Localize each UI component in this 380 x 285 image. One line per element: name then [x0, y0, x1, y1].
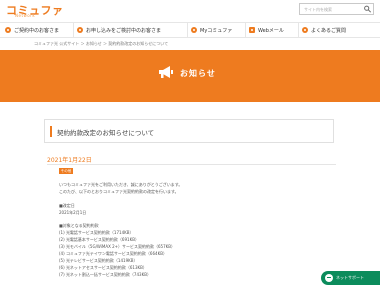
logo-subtext: Network: [15, 13, 36, 18]
nav-item-existing-customers[interactable]: ご契約中のお客さま: [2, 23, 74, 37]
mail-icon: [249, 27, 255, 33]
divider: [47, 164, 336, 165]
contract-link[interactable]: (4) コミュファ光テイワン電話サービス契約約款（664KB）: [59, 251, 167, 257]
heading-accent-bar: [50, 126, 52, 137]
search-icon[interactable]: [363, 5, 372, 13]
body-line: ■対象となる契約約款: [59, 223, 99, 228]
nav-item-faq[interactable]: よくあるご質問: [299, 23, 359, 37]
contract-link[interactable]: (6) 光ネットアセスサービス契約約款（613KB）: [59, 265, 147, 271]
top-header: コミュファ Network サイト内を検索: [0, 0, 380, 20]
nav-item-prospective-customers[interactable]: お申し込みをご検討中のお客さま: [74, 23, 188, 37]
contract-link[interactable]: (5) 光テレビサービス契約約款（1419KB）: [59, 258, 137, 264]
contract-link[interactable]: (3) 光モバイル（5G/WiMAX 2+）サービス契約約款（657KB）: [59, 244, 175, 250]
contract-link[interactable]: (1) 光電話サービス契約約款（1714KB）: [59, 230, 133, 236]
nav-item-label: よくあるご質問: [311, 27, 347, 34]
contract-link[interactable]: (7) 光ネット割込一括サービス契約約款（743KB）: [59, 272, 151, 278]
nav-item-webmail[interactable]: Webメール: [246, 23, 299, 37]
body-line: いつもコミュファ光をご利用いただき、誠にありがとうございます。: [59, 182, 183, 187]
search-input[interactable]: サイト内を検索: [299, 3, 374, 15]
global-nav: ご契約中のお客さま お申し込みをご検討中のお客さま Myコミュファ Webメール…: [0, 22, 380, 38]
body-line: 2021年2月1日: [59, 210, 87, 215]
contract-link[interactable]: (2) 光電話基本サービス契約約款（691KB）: [59, 237, 139, 243]
user-icon: [5, 27, 11, 33]
body-line: ■改定日: [59, 203, 75, 208]
chat-label: ネットサポート: [336, 275, 364, 280]
breadcrumb[interactable]: コミュファ光 公式サイト ＞ お知らせ ＞ 契約約款改定のお知らせについて: [34, 41, 168, 47]
category-badge: その他: [59, 168, 73, 174]
home-icon: [77, 27, 83, 33]
nav-item-label: ご契約中のお客さま: [14, 27, 60, 34]
nav-item-label: Myコミュファ: [200, 27, 233, 34]
nav-item-label: お申し込みをご検討中のお客さま: [86, 27, 162, 34]
question-icon: [302, 27, 308, 33]
heart-icon: [191, 27, 197, 33]
search-placeholder: サイト内を検索: [304, 7, 332, 12]
chat-support-button[interactable]: ネットサポート: [321, 271, 380, 285]
notice-title: 契約約款改定のお知らせについて: [57, 129, 155, 137]
page-title: お知らせ: [180, 69, 216, 78]
chat-icon: [325, 274, 333, 282]
site-logo[interactable]: コミュファ Network: [6, 2, 64, 18]
notice-heading-box: 契約約款改定のお知らせについて: [44, 119, 334, 143]
nav-item-label: Webメール: [258, 27, 284, 34]
body-line: このたび、以下のとおりコミュファ光契約約款の改定を行います。: [59, 189, 179, 194]
megaphone-icon: [159, 66, 173, 78]
nav-item-my-commufa[interactable]: Myコミュファ: [188, 23, 246, 37]
article-date: 2021年1月22日: [47, 157, 92, 164]
